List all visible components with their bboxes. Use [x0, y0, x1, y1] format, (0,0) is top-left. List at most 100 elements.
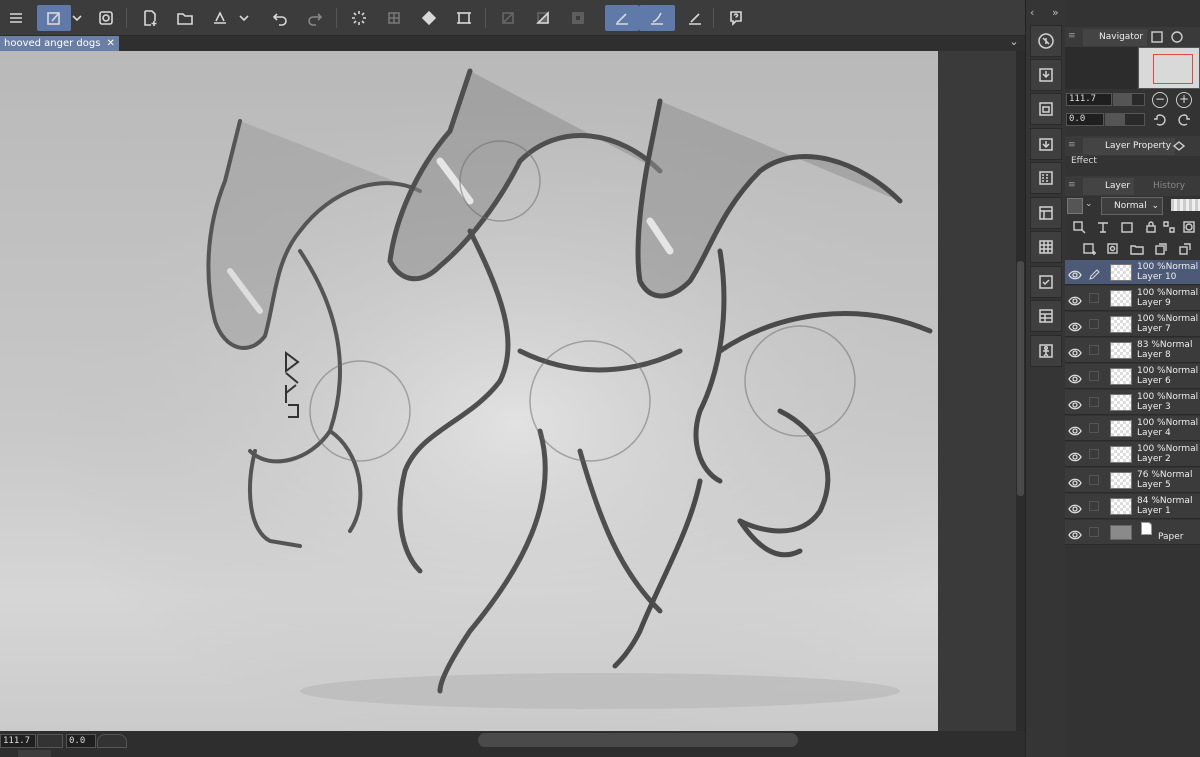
layer-color-swatch[interactable] — [1067, 198, 1083, 214]
scrollbar-thumb[interactable] — [1017, 261, 1024, 496]
hamburger-menu-icon[interactable] — [2, 5, 30, 31]
layer-target-box[interactable] — [1089, 423, 1099, 433]
eye-icon[interactable] — [1068, 344, 1082, 358]
layer-row-layer-3[interactable]: 100 %Normal Layer 3 — [1065, 390, 1200, 415]
layer-target-box[interactable] — [1089, 371, 1099, 381]
panel-menu-icon[interactable]: ≡ — [1068, 140, 1076, 150]
loading-spinner-icon[interactable] — [345, 5, 373, 31]
chevron-down-icon[interactable]: ⌄ — [1007, 35, 1021, 50]
layer-row-layer-8[interactable]: 83 %Normal Layer 8 — [1065, 338, 1200, 363]
transform-grid-icon[interactable] — [380, 5, 408, 31]
layer-row-layer-4[interactable]: 100 %Normal Layer 4 — [1065, 416, 1200, 441]
timeline-tab[interactable] — [18, 750, 51, 757]
layer-row-layer-6[interactable]: 100 %Normal Layer 6 — [1065, 364, 1200, 389]
chevron-down-icon[interactable]: ⌄ — [1085, 199, 1093, 209]
eye-icon[interactable] — [1068, 370, 1082, 384]
navigator-zoom-slider[interactable] — [1113, 93, 1145, 106]
layer-target-box[interactable] — [1089, 345, 1099, 355]
navigator-rotation-field[interactable]: 0.0 — [1066, 113, 1104, 126]
merge-layer-icon[interactable] — [1177, 241, 1193, 257]
lock-icon[interactable] — [1143, 219, 1159, 235]
draft-layer-icon[interactable] — [1119, 219, 1135, 235]
layer-target-box[interactable] — [1089, 397, 1099, 407]
blend-mode-select[interactable]: Normal ⌄ — [1101, 197, 1163, 215]
rotation-slider[interactable] — [97, 734, 127, 748]
opacity-slider[interactable] — [1171, 199, 1200, 211]
layer-row-layer-2[interactable]: 100 %Normal Layer 2 — [1065, 442, 1200, 467]
new-folder-icon[interactable] — [1129, 241, 1145, 257]
document-tab[interactable]: hooved anger dogs ✕ — [0, 36, 119, 51]
figure-icon[interactable] — [1030, 335, 1062, 367]
lock-transparency-icon[interactable] — [1161, 219, 1177, 235]
layer-row-layer-5[interactable]: 76 %Normal Layer 5 — [1065, 468, 1200, 493]
spiral-icon[interactable] — [92, 5, 120, 31]
eye-icon[interactable] — [1068, 292, 1082, 306]
expand-right-icon[interactable]: » — [1052, 6, 1059, 19]
material-icon[interactable] — [1030, 93, 1062, 125]
undo-icon[interactable] — [266, 5, 294, 31]
snap-brush-icon[interactable] — [639, 5, 675, 31]
eye-icon[interactable] — [1068, 500, 1082, 514]
layer-row-layer-1[interactable]: 84 %Normal Layer 1 — [1065, 494, 1200, 519]
layer-row-layer-9[interactable]: 100 %Normal Layer 9 — [1065, 286, 1200, 311]
panel-menu-icon[interactable]: ≡ — [1068, 31, 1076, 41]
tab-layer-property[interactable]: Layer Property — [1083, 138, 1176, 155]
fill-bucket-icon[interactable] — [415, 5, 443, 31]
eye-icon[interactable] — [1068, 318, 1082, 332]
navigator-viewport-frame[interactable] — [1153, 54, 1193, 84]
checklist-icon[interactable] — [1030, 266, 1062, 298]
eye-icon[interactable] — [1068, 422, 1082, 436]
layer-row-paper[interactable]: Paper — [1065, 520, 1200, 545]
new-canvas-icon[interactable] — [136, 5, 164, 31]
clear-selection-icon[interactable] — [494, 5, 522, 31]
save-icon[interactable] — [206, 5, 234, 31]
import-icon[interactable] — [1030, 59, 1062, 91]
navigator-zoom-field[interactable]: 111.7 — [1066, 93, 1112, 106]
navigator-rotation-slider[interactable] — [1105, 113, 1145, 126]
zoom-in-icon[interactable]: + — [1176, 92, 1192, 108]
layer-row-layer-10[interactable]: 100 %Normal Layer 10 — [1065, 260, 1200, 285]
help-icon[interactable] — [722, 5, 750, 31]
invert-selection-icon[interactable] — [564, 5, 592, 31]
reference-layer-icon[interactable] — [1095, 219, 1111, 235]
fill-selection-icon[interactable] — [529, 5, 557, 31]
panel-menu-icon[interactable]: ≡ — [1068, 180, 1076, 190]
layer-target-box[interactable] — [1089, 293, 1099, 303]
clip-layer-icon[interactable] — [1071, 219, 1087, 235]
layer-target-box[interactable] — [1089, 449, 1099, 459]
panel-icon[interactable] — [1149, 29, 1165, 45]
tab-history[interactable]: History — [1133, 178, 1189, 195]
eye-icon[interactable] — [1068, 396, 1082, 410]
layer-target-box[interactable] — [1089, 319, 1099, 329]
layer-target-box[interactable] — [1089, 501, 1099, 511]
close-icon[interactable]: ✕ — [106, 36, 114, 51]
rotate-left-icon[interactable] — [1152, 112, 1168, 128]
navigator-palette-icon[interactable] — [1030, 25, 1062, 57]
rotate-right-icon[interactable] — [1176, 112, 1192, 128]
navigator-preview[interactable] — [1138, 47, 1200, 89]
tab-layer[interactable]: Layer — [1083, 178, 1135, 195]
transfer-layer-icon[interactable] — [1153, 241, 1169, 257]
canvas-area[interactable] — [0, 51, 1016, 731]
rotation-field[interactable]: 0.0 — [66, 734, 96, 748]
dropdown-chevron-icon[interactable] — [235, 5, 253, 31]
eye-icon[interactable] — [1068, 448, 1082, 462]
panel-icon[interactable] — [1030, 197, 1062, 229]
sub-view-icon[interactable] — [1169, 29, 1185, 45]
zoom-slider[interactable] — [37, 734, 63, 748]
open-folder-icon[interactable] — [171, 5, 199, 31]
quick-access-icon[interactable] — [37, 5, 71, 31]
dropdown-chevron-icon[interactable] — [68, 5, 86, 31]
crop-icon[interactable] — [450, 5, 478, 31]
vertical-scrollbar[interactable] — [1016, 51, 1025, 731]
new-raster-layer-icon[interactable] — [1081, 241, 1097, 257]
tab-navigator[interactable]: Navigator — [1083, 29, 1148, 46]
horizontal-scrollbar-thumb[interactable] — [478, 733, 798, 747]
redo-icon[interactable] — [301, 5, 329, 31]
eye-icon[interactable] — [1068, 266, 1082, 280]
download-icon[interactable] — [1030, 128, 1062, 160]
layer-target-box[interactable] — [1089, 527, 1099, 537]
pen-icon[interactable] — [1088, 266, 1100, 280]
layer-target-box[interactable] — [1089, 475, 1099, 485]
collapse-left-icon[interactable]: ‹ — [1030, 6, 1034, 19]
